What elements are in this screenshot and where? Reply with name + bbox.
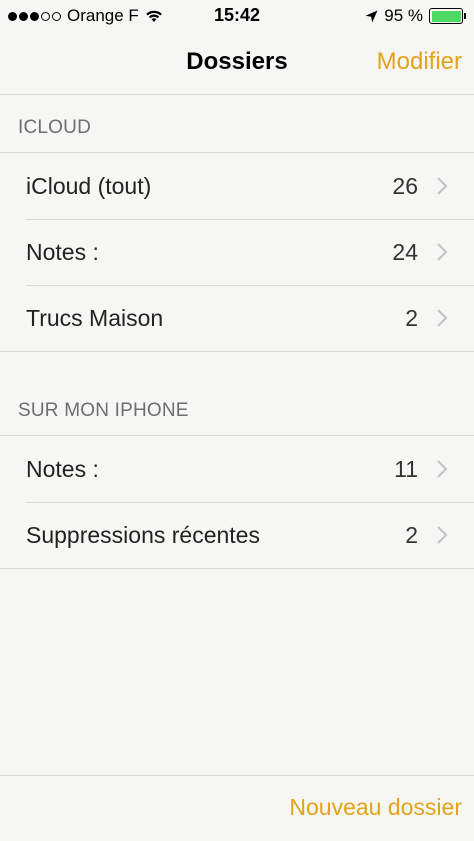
status-right: 95 % <box>365 6 466 26</box>
battery-fill <box>431 10 461 22</box>
folder-row-trucs-maison[interactable]: Trucs Maison 2 <box>0 285 474 351</box>
status-bar: Orange F 15:42 95 % <box>0 0 474 32</box>
location-arrow-icon <box>365 10 378 22</box>
new-folder-button[interactable]: Nouveau dossier <box>289 794 462 821</box>
folder-count: 11 <box>394 455 418 482</box>
folder-label: iCloud (tout) <box>26 172 152 199</box>
navigation-bar: Dossiers Modifier <box>0 32 474 95</box>
folder-label: Notes : <box>26 238 99 265</box>
chevron-right-icon <box>437 460 448 478</box>
folder-count: 2 <box>405 304 418 331</box>
battery-body <box>429 8 463 24</box>
folder-row-recently-deleted[interactable]: Suppressions récentes 2 <box>0 502 474 568</box>
folder-list-icloud: iCloud (tout) 26 Notes : 24 Trucs Maison… <box>0 152 474 352</box>
bottom-toolbar: Nouveau dossier <box>0 775 474 841</box>
battery-percentage: 95 % <box>384 6 423 25</box>
folder-label: Notes : <box>26 455 99 482</box>
battery-icon <box>429 8 466 24</box>
folder-row-notes-local[interactable]: Notes : 11 <box>0 436 474 502</box>
folder-count: 24 <box>392 238 418 265</box>
chevron-right-icon <box>437 243 448 261</box>
edit-button[interactable]: Modifier <box>377 48 462 76</box>
folder-count: 2 <box>405 521 418 548</box>
section-header-icloud: ICLOUD <box>18 117 91 138</box>
chevron-right-icon <box>437 309 448 327</box>
battery-tip <box>464 13 466 19</box>
chevron-right-icon <box>437 526 448 544</box>
folder-count: 26 <box>392 172 418 199</box>
folder-list-on-iphone: Notes : 11 Suppressions récentes 2 <box>0 435 474 569</box>
folder-label: Trucs Maison <box>26 304 164 331</box>
section-header-on-iphone: SUR MON IPHONE <box>18 400 189 421</box>
chevron-right-icon <box>437 177 448 195</box>
folder-label: Suppressions récentes <box>26 521 260 548</box>
notes-folders-screen: Orange F 15:42 95 % Dossiers Modifier IC… <box>0 0 474 841</box>
folder-row-icloud-all[interactable]: iCloud (tout) 26 <box>0 153 474 219</box>
folder-row-notes[interactable]: Notes : 24 <box>0 219 474 285</box>
